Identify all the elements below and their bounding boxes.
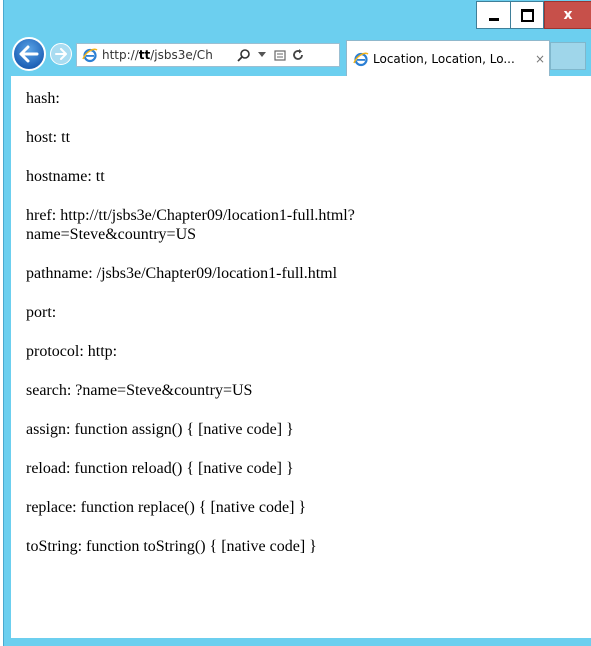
location-tostring-line: toString: function toString() { [native … <box>26 538 317 555</box>
minimize-button[interactable] <box>476 1 510 29</box>
close-icon: x <box>563 7 573 23</box>
refresh-icon[interactable] <box>290 47 306 63</box>
dropdown-chevron-icon[interactable] <box>254 47 270 63</box>
location-replace-line: replace: function replace() { [native co… <box>26 499 307 516</box>
tab-location[interactable]: Location, Location, Lo... × <box>346 40 550 76</box>
ie-logo-icon <box>353 52 369 66</box>
maximize-icon <box>520 8 534 22</box>
location-protocol-line: protocol: http: <box>26 343 118 360</box>
location-pathname-line: pathname: /jsbs3e/Chapter09/location1-fu… <box>26 265 338 282</box>
url-text[interactable]: http://tt/jsbs3e/Ch <box>102 48 230 62</box>
ie-logo-icon <box>82 48 98 63</box>
browser-window: x http://tt/jsbs3e/Ch Location, Location… <box>3 0 591 646</box>
compatibility-view-icon[interactable] <box>272 47 288 63</box>
back-button[interactable] <box>12 37 46 71</box>
location-href-line: href: http://tt/jsbs3e/Chapter09/locatio… <box>26 207 355 243</box>
location-host-line: host: tt <box>26 129 71 146</box>
page-content: hash: host: tt hostname: tt href: http:/… <box>11 76 591 638</box>
location-port-line: port: <box>26 304 57 321</box>
forward-arrow-icon <box>55 48 67 60</box>
new-tab-button[interactable] <box>550 42 586 70</box>
forward-button[interactable] <box>50 43 72 65</box>
location-hostname-line: hostname: tt <box>26 168 105 185</box>
location-reload-line: reload: function reload() { [native code… <box>26 460 294 477</box>
location-hash-line: hash: <box>26 90 60 107</box>
navigation-bar: http://tt/jsbs3e/Ch Location, Location, … <box>4 32 591 76</box>
minimize-icon <box>488 17 499 21</box>
search-icon[interactable] <box>236 47 252 63</box>
tab-close-icon[interactable]: × <box>535 52 545 66</box>
location-assign-line: assign: function assign() { [native code… <box>26 421 294 438</box>
title-bar: x <box>4 0 591 32</box>
address-bar[interactable]: http://tt/jsbs3e/Ch <box>76 43 340 67</box>
maximize-button[interactable] <box>510 1 544 29</box>
close-button[interactable]: x <box>544 1 591 29</box>
back-arrow-icon <box>19 45 39 63</box>
location-search-line: search: ?name=Steve&country=US <box>26 382 253 399</box>
tab-title: Location, Location, Lo... <box>373 51 515 66</box>
